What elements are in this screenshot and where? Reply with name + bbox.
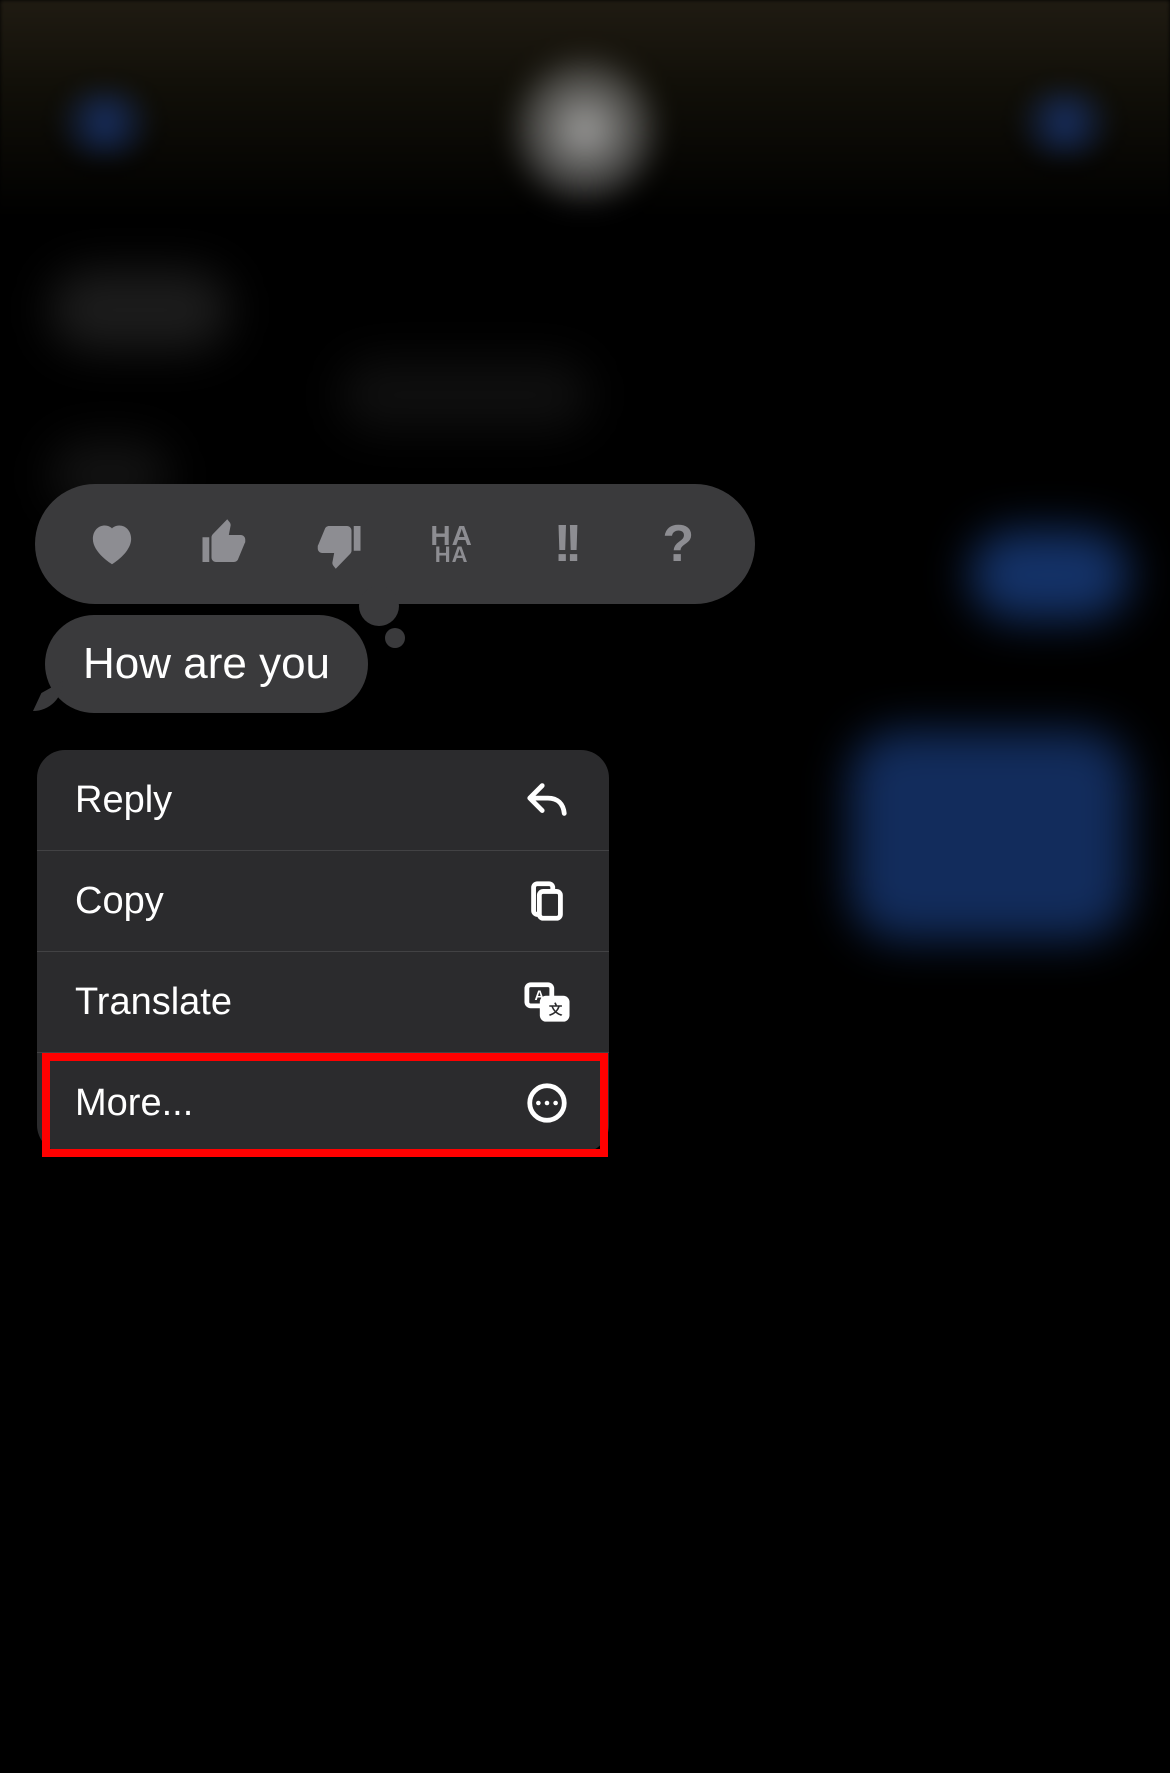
menu-more[interactable]: More... [37,1053,609,1153]
menu-reply[interactable]: Reply [37,750,609,851]
bg-sent-message-blurred [850,730,1130,940]
more-icon [523,1079,571,1127]
menu-translate-label: Translate [75,981,232,1024]
bg-message-blurred [50,270,230,350]
facetime-button-blurred [1020,88,1110,158]
translate-icon: A 文 [523,978,571,1026]
heart-icon [85,517,139,571]
svg-text:A: A [535,988,545,1003]
message-text: How are you [83,639,330,688]
selected-message-bubble[interactable]: How are you [45,615,368,713]
message-context-menu: Reply Copy Translate A 文 More... [37,750,609,1153]
tapback-bar: HA HA !! ? [35,484,755,604]
contact-avatar-blurred [515,60,655,200]
back-button-blurred [60,88,150,158]
bg-timestamp-blurred [340,360,590,430]
menu-copy-label: Copy [75,880,164,923]
tapback-emphasize[interactable]: !! [525,504,605,584]
tapback-thumbs-down[interactable] [298,504,378,584]
thumbs-down-icon [311,517,365,571]
copy-icon [523,877,571,925]
menu-translate[interactable]: Translate A 文 [37,952,609,1053]
menu-copy[interactable]: Copy [37,851,609,952]
haha-line2: HA [435,546,469,563]
tapback-haha[interactable]: HA HA [412,504,492,584]
reply-icon [523,776,571,824]
menu-more-label: More... [75,1082,193,1125]
question-icon: ? [662,514,694,574]
top-nav-blurred [0,0,1170,220]
svg-text:文: 文 [549,1001,563,1017]
bg-sent-message-blurred [970,530,1130,620]
haha-icon: HA HA [430,525,472,564]
tapback-question[interactable]: ? [638,504,718,584]
exclaim-icon: !! [554,514,577,574]
tapback-thumbs-up[interactable] [185,504,265,584]
menu-reply-label: Reply [75,779,172,822]
thumbs-up-icon [198,517,252,571]
tapback-heart[interactable] [72,504,152,584]
